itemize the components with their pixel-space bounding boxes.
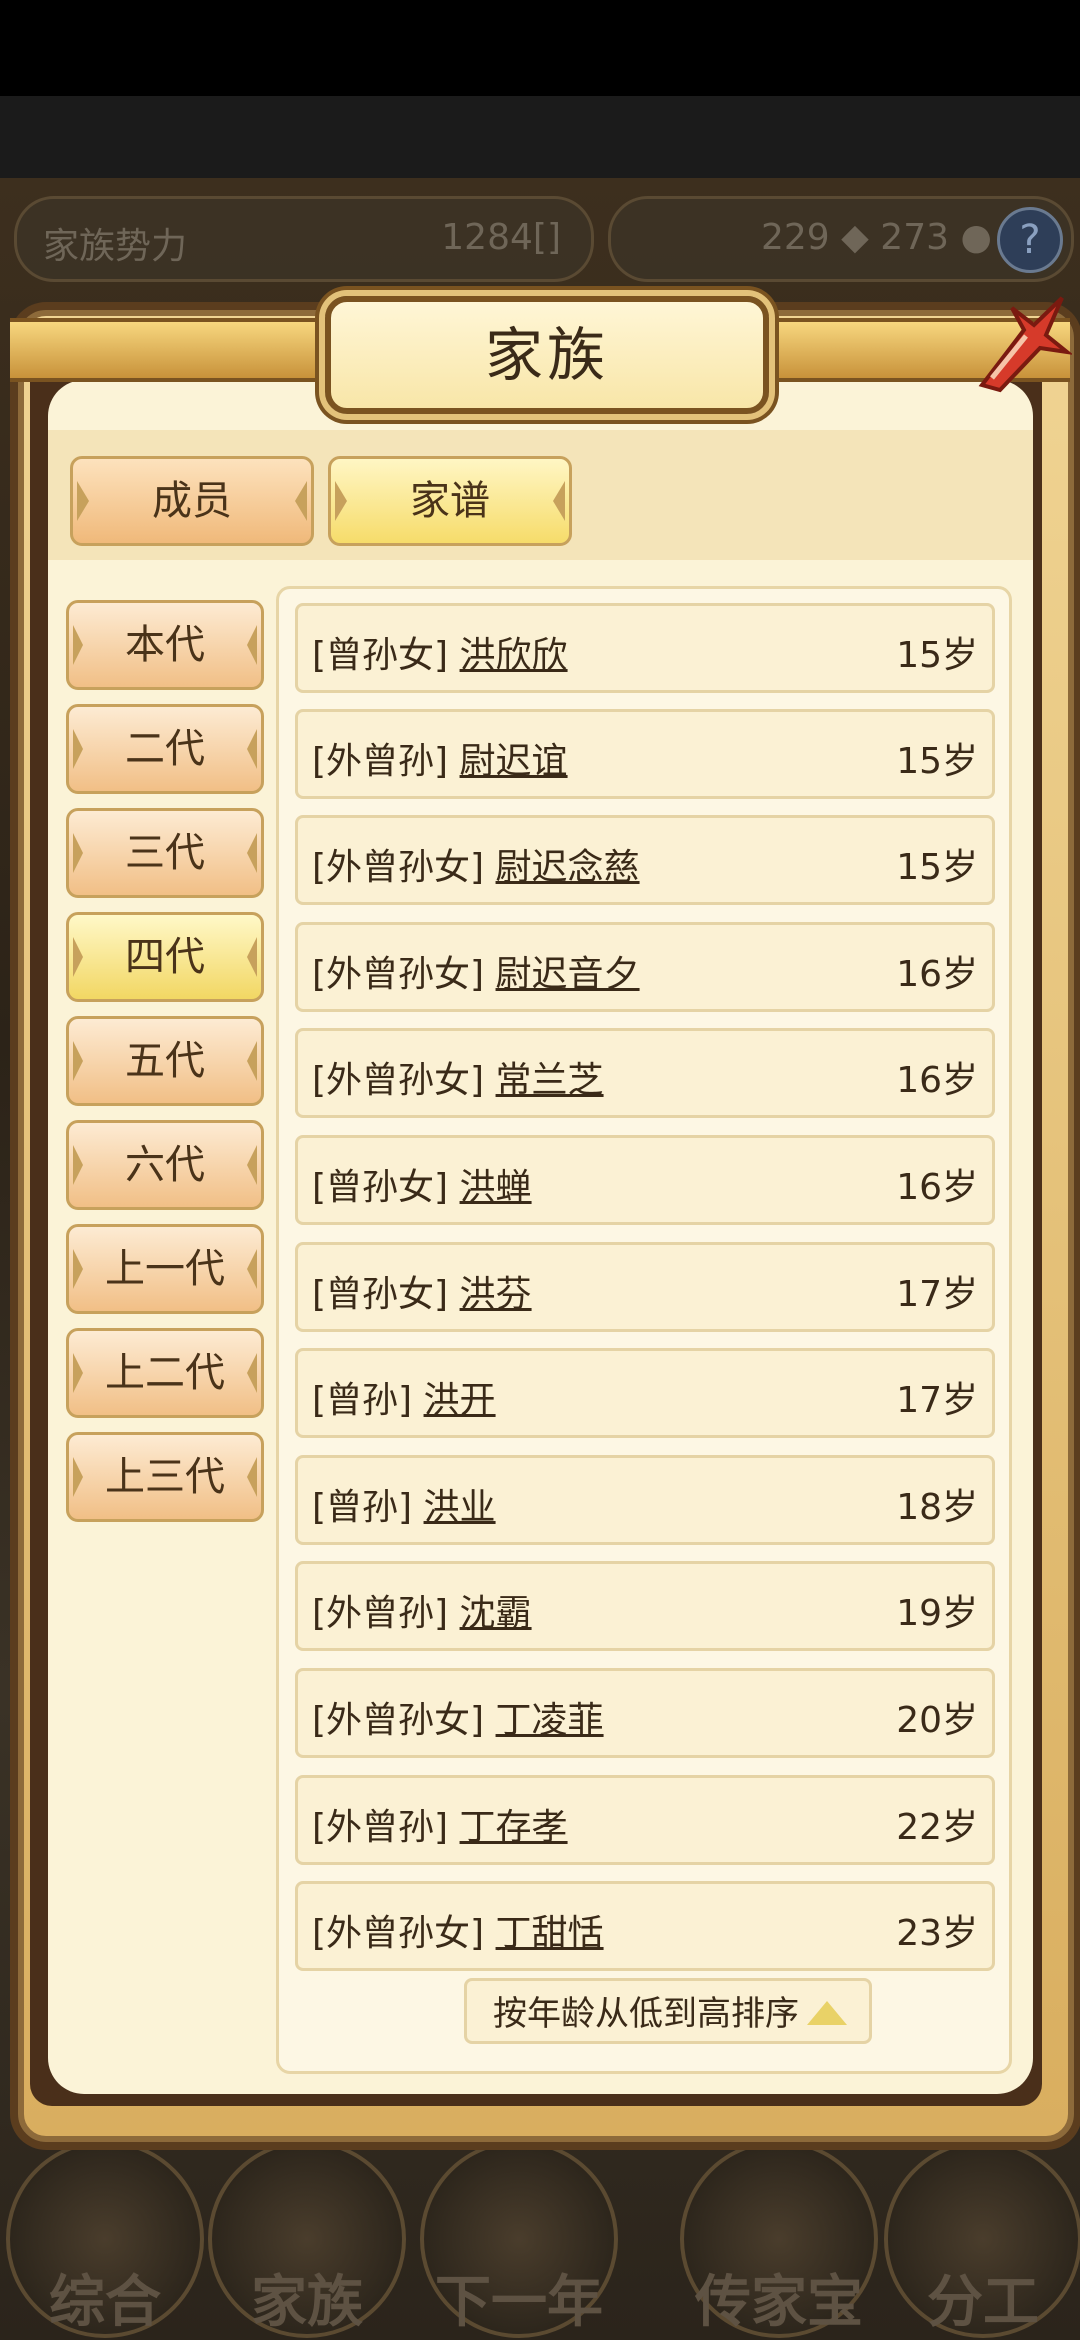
member-row[interactable]: [外曾孙女] 常兰芝 16岁 [295, 1028, 995, 1118]
nav-family[interactable]: 家族 [208, 2140, 406, 2338]
tab-family-tree[interactable]: 家谱 [328, 456, 572, 546]
member-name-link[interactable]: 常兰芝 [496, 1060, 604, 1101]
member-relation: [外曾孙女] [312, 1060, 485, 1101]
member-row[interactable]: [曾孙女] 洪欣欣 15岁 [295, 603, 995, 693]
member-relation: [外曾孙女] [312, 1700, 485, 1741]
member-row[interactable]: [曾孙女] 洪蝉 16岁 [295, 1135, 995, 1225]
member-age: 20岁 [896, 1700, 978, 1741]
generation-button-prev-3[interactable]: 上三代 [66, 1432, 264, 1522]
member-row[interactable]: [外曾孙女] 尉迟音夕 16岁 [295, 922, 995, 1012]
family-power-bar: 家族势力 1284[] [14, 196, 594, 282]
member-age: 15岁 [896, 847, 978, 888]
member-row[interactable]: [外曾孙女] 丁甜恬 23岁 [295, 1881, 995, 1971]
member-row[interactable]: [曾孙女] 洪芬 17岁 [295, 1242, 995, 1332]
sort-label: 按年龄从低到高排序 [493, 1994, 799, 2034]
member-name-link[interactable]: 洪欣欣 [460, 635, 568, 676]
nav-division[interactable]: 分工 [884, 2140, 1080, 2338]
member-row[interactable]: [外曾孙] 沈霸 19岁 [295, 1561, 995, 1651]
nav-heirloom[interactable]: 传家宝 [680, 2140, 878, 2338]
member-age: 22岁 [896, 1807, 978, 1848]
member-name-link[interactable]: 洪蝉 [460, 1167, 532, 1208]
member-relation: [曾孙] [312, 1487, 413, 1528]
member-relation: [曾孙女] [312, 1167, 449, 1208]
status-bar [0, 0, 1080, 96]
member-age: 16岁 [896, 1060, 978, 1101]
nav-general[interactable]: 综合 [6, 2140, 204, 2338]
top-band [0, 96, 1080, 178]
sort-ascending-icon [807, 2001, 847, 2025]
member-relation: [曾孙女] [312, 1274, 449, 1315]
member-name-link[interactable]: 尉迟念慈 [496, 847, 640, 888]
close-button[interactable] [962, 290, 1074, 400]
member-row[interactable]: [外曾孙女] 尉迟念慈 15岁 [295, 815, 995, 905]
member-relation: [曾孙女] [312, 635, 449, 676]
sort-by-age-button[interactable]: 按年龄从低到高排序 [464, 1978, 872, 2044]
generation-button-3[interactable]: 三代 [66, 808, 264, 898]
member-relation: [外曾孙] [312, 1593, 449, 1634]
nav-next-year[interactable]: 下一年 [420, 2140, 618, 2338]
generation-button-4[interactable]: 四代 [66, 912, 264, 1002]
generation-button-prev-1[interactable]: 上一代 [66, 1224, 264, 1314]
member-name-link[interactable]: 丁凌菲 [496, 1700, 604, 1741]
tab-members[interactable]: 成员 [70, 456, 314, 546]
member-name-link[interactable]: 尉迟音夕 [496, 954, 640, 995]
member-row[interactable]: [曾孙] 洪开 17岁 [295, 1348, 995, 1438]
nav-heirloom-label: 传家宝 [695, 2270, 863, 2335]
generation-button-current[interactable]: 本代 [66, 600, 264, 690]
member-age: 18岁 [896, 1487, 978, 1528]
member-relation: [外曾孙女] [312, 1913, 485, 1954]
member-relation: [外曾孙] [312, 1807, 449, 1848]
member-row[interactable]: [外曾孙] 丁存孝 22岁 [295, 1775, 995, 1865]
generation-button-2[interactable]: 二代 [66, 704, 264, 794]
member-relation: [外曾孙女] [312, 954, 485, 995]
member-age: 17岁 [896, 1274, 978, 1315]
family-power-value: 1284[] [441, 217, 561, 258]
resources-bar: 229 ◆ 273 ● ? [608, 196, 1074, 282]
member-age: 19岁 [896, 1593, 978, 1634]
member-name-link[interactable]: 洪开 [424, 1380, 496, 1421]
member-age: 17岁 [896, 1380, 978, 1421]
member-name-link[interactable]: 丁甜恬 [496, 1913, 604, 1954]
member-age: 23岁 [896, 1913, 978, 1954]
nav-next-year-label: 下一年 [435, 2270, 603, 2335]
nav-general-label: 综合 [49, 2270, 161, 2335]
bottom-nav: 综合 家族 下一年 传家宝 分工 [0, 2130, 1080, 2340]
member-relation: [外曾孙女] [312, 847, 485, 888]
member-row[interactable]: [外曾孙] 尉迟谊 15岁 [295, 709, 995, 799]
generation-button-5[interactable]: 五代 [66, 1016, 264, 1106]
member-name-link[interactable]: 洪芬 [460, 1274, 532, 1315]
resource-counts: 229 ◆ 273 ● [761, 217, 992, 258]
help-button[interactable]: ? [997, 207, 1063, 273]
member-age: 15岁 [896, 635, 978, 676]
generation-button-prev-2[interactable]: 上二代 [66, 1328, 264, 1418]
member-name-link[interactable]: 洪业 [424, 1487, 496, 1528]
member-age: 15岁 [896, 741, 978, 782]
member-name-link[interactable]: 沈霸 [460, 1593, 532, 1634]
close-icon [978, 296, 1074, 393]
member-relation: [外曾孙] [312, 741, 449, 782]
generation-button-6[interactable]: 六代 [66, 1120, 264, 1210]
member-row[interactable]: [曾孙] 洪业 18岁 [295, 1455, 995, 1545]
nav-family-label: 家族 [251, 2270, 363, 2335]
member-list: [曾孙女] 洪欣欣 15岁 [外曾孙] 尉迟谊 15岁 [外曾孙女] 尉迟念慈 … [276, 586, 1012, 2074]
member-relation: [曾孙] [312, 1380, 413, 1421]
member-age: 16岁 [896, 954, 978, 995]
member-age: 16岁 [896, 1167, 978, 1208]
nav-division-label: 分工 [927, 2270, 1039, 2335]
member-row[interactable]: [外曾孙女] 丁凌菲 20岁 [295, 1668, 995, 1758]
modal-title: 家族 [325, 296, 769, 414]
member-name-link[interactable]: 尉迟谊 [460, 741, 568, 782]
family-power-label: 家族势力 [43, 226, 188, 267]
member-name-link[interactable]: 丁存孝 [460, 1807, 568, 1848]
